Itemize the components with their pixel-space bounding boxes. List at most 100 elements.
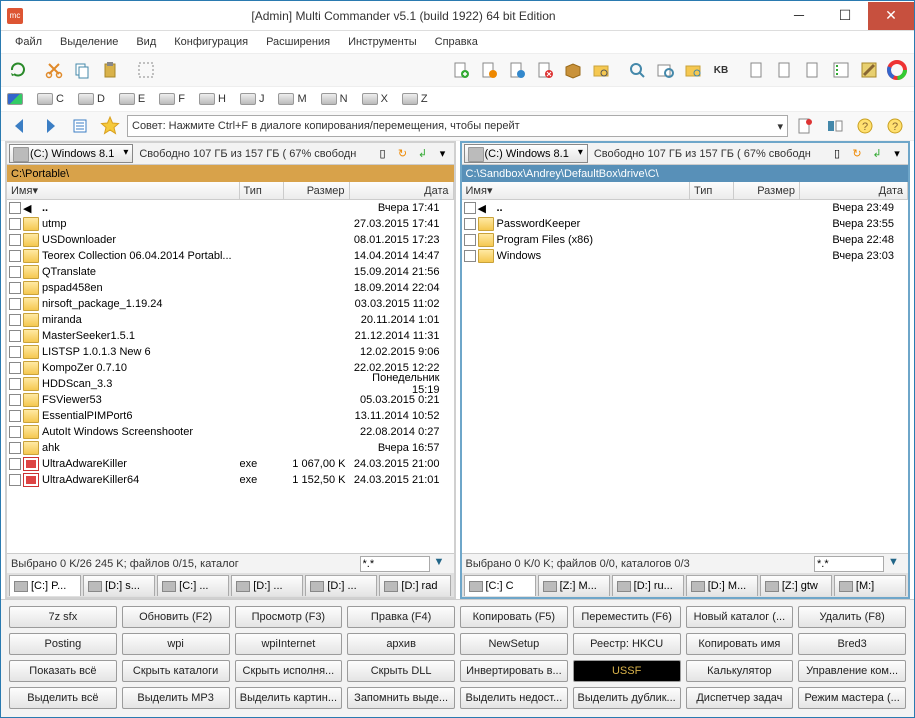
tab[interactable]: [D:] ... <box>231 575 303 596</box>
cmd-button[interactable]: Реестр: HKCU <box>573 633 681 655</box>
drive-D[interactable]: D <box>78 93 105 105</box>
list-row[interactable]: ◀..Вчера 17:41 <box>7 200 454 216</box>
forward-button[interactable] <box>37 113 63 139</box>
list-row[interactable]: LISTSP 1.0.1.3 New 612.02.2015 9:06 <box>7 344 454 360</box>
list-row[interactable]: USDownloader08.01.2015 17:23 <box>7 232 454 248</box>
col-name[interactable]: Имя ▾ <box>462 182 691 199</box>
cmd-button[interactable]: Запомнить выде... <box>347 687 455 709</box>
find-files-icon[interactable] <box>652 57 678 83</box>
filter-left[interactable] <box>360 556 430 572</box>
funnel-icon[interactable]: ▼ <box>888 556 904 572</box>
paste-icon[interactable] <box>97 57 123 83</box>
drive-J[interactable]: J <box>240 93 265 105</box>
doc-a-icon[interactable] <box>744 57 770 83</box>
tip-combo[interactable]: Совет: Нажмите Ctrl+F в диалоге копирова… <box>127 115 788 137</box>
drive-F[interactable]: F <box>159 93 185 105</box>
row-checkbox[interactable] <box>464 234 476 246</box>
back-button[interactable] <box>7 113 33 139</box>
tab[interactable]: [C:] P... <box>9 575 81 596</box>
file-new-icon[interactable] <box>448 57 474 83</box>
favorites-button[interactable] <box>97 113 123 139</box>
drive-C[interactable]: C <box>37 93 64 105</box>
col-ext[interactable]: Тип <box>690 182 734 199</box>
tab[interactable]: [D:] ru... <box>612 575 684 596</box>
list-row[interactable]: Teorex Collection 06.04.2014 Portabl...1… <box>7 248 454 264</box>
history-button[interactable] <box>67 113 93 139</box>
list-row[interactable]: MasterSeeker1.5.121.12.2014 11:31 <box>7 328 454 344</box>
refresh-icon[interactable] <box>5 57 31 83</box>
panel-btn-b[interactable]: ↻ <box>848 145 866 163</box>
row-checkbox[interactable] <box>9 250 21 262</box>
cmd-button[interactable]: Диспетчер задач <box>686 687 794 709</box>
menu-Вид[interactable]: Вид <box>128 34 164 50</box>
cmd-button[interactable]: Управление ком... <box>798 660 906 682</box>
tab[interactable]: [Z:] M... <box>538 575 610 596</box>
cmd-button[interactable]: Posting <box>9 633 117 655</box>
list-row[interactable]: UltraAdwareKillerexe1 067,00 K24.03.2015… <box>7 456 454 472</box>
cmd-button[interactable]: Скрыть исполня... <box>235 660 343 682</box>
panel-btn-b[interactable]: ↻ <box>394 145 412 163</box>
customize-icon[interactable] <box>856 57 882 83</box>
row-checkbox[interactable] <box>9 282 21 294</box>
tab[interactable]: [D:] M... <box>686 575 758 596</box>
file-delete-icon[interactable] <box>532 57 558 83</box>
menu-Инструменты[interactable]: Инструменты <box>340 34 425 50</box>
cmd-button[interactable]: Режим мастера (... <box>798 687 906 709</box>
filter-right[interactable] <box>814 556 884 572</box>
menu-Файл[interactable]: Файл <box>7 34 50 50</box>
drive-X[interactable]: X <box>362 93 388 105</box>
cmd-button[interactable]: Калькулятор <box>686 660 794 682</box>
row-checkbox[interactable] <box>9 458 21 470</box>
row-checkbox[interactable] <box>9 202 21 214</box>
path-left[interactable]: C:\Portable\ <box>7 165 454 182</box>
doc-b-icon[interactable] <box>772 57 798 83</box>
row-checkbox[interactable] <box>9 394 21 406</box>
cmd-button[interactable]: Выделить MP3 <box>122 687 230 709</box>
tab[interactable]: [C:] C <box>464 575 536 596</box>
cmd-button[interactable]: архив <box>347 633 455 655</box>
list-row[interactable]: pspad458en18.09.2014 22:04 <box>7 280 454 296</box>
cmd-button[interactable]: Правка (F4) <box>347 606 455 628</box>
help-a-icon[interactable]: ? <box>852 113 878 139</box>
col-size[interactable]: Размер <box>734 182 800 199</box>
cmd-button[interactable]: NewSetup <box>460 633 568 655</box>
cut-icon[interactable] <box>41 57 67 83</box>
nav-aux-b-icon[interactable] <box>822 113 848 139</box>
tab[interactable]: [D:] ... <box>305 575 377 596</box>
drive-select-right[interactable]: (C:) Windows 8.1 <box>464 144 588 163</box>
path-right[interactable]: C:\Sandbox\Andrey\DefaultBox\drive\C\ <box>462 165 909 182</box>
row-checkbox[interactable] <box>9 298 21 310</box>
list-row[interactable]: QTranslate15.09.2014 21:56 <box>7 264 454 280</box>
row-checkbox[interactable] <box>9 362 21 374</box>
panel-btn-a[interactable]: ▯ <box>828 145 846 163</box>
drive-H[interactable]: H <box>199 93 226 105</box>
copy-icon[interactable] <box>69 57 95 83</box>
tab[interactable]: [Z:] gtw <box>760 575 832 596</box>
minimize-button[interactable]: － <box>776 2 822 30</box>
col-date[interactable]: Дата <box>350 182 454 199</box>
pack-icon[interactable] <box>560 57 586 83</box>
kb-icon[interactable]: KB <box>708 57 734 83</box>
row-checkbox[interactable] <box>9 314 21 326</box>
list-row[interactable]: FSViewer5305.03.2015 0:21 <box>7 392 454 408</box>
panel-btn-c[interactable]: ↲ <box>414 145 432 163</box>
color-wheel-icon[interactable] <box>884 57 910 83</box>
tab[interactable]: [C:] ... <box>157 575 229 596</box>
listing-right[interactable]: ◀..Вчера 23:49PasswordKeeperВчера 23:55P… <box>462 200 909 553</box>
nav-aux-a-icon[interactable] <box>792 113 818 139</box>
folder-search-icon[interactable] <box>588 57 614 83</box>
cmd-button[interactable]: USSF <box>573 660 681 682</box>
folder-find-icon[interactable] <box>680 57 706 83</box>
cmd-button[interactable]: wpiInternet <box>235 633 343 655</box>
row-checkbox[interactable] <box>9 266 21 278</box>
file-view-icon[interactable] <box>504 57 530 83</box>
list-row[interactable]: ahkВчера 16:57 <box>7 440 454 456</box>
row-checkbox[interactable] <box>464 250 476 262</box>
menu-Справка[interactable]: Справка <box>427 34 486 50</box>
list-row[interactable]: HDDScan_3.3Понедельник 15:19 <box>7 376 454 392</box>
drive-E[interactable]: E <box>119 93 145 105</box>
help-b-icon[interactable]: ? <box>882 113 908 139</box>
col-size[interactable]: Размер <box>284 182 350 199</box>
list-row[interactable]: miranda20.11.2014 1:01 <box>7 312 454 328</box>
list-row[interactable]: utmp27.03.2015 17:41 <box>7 216 454 232</box>
